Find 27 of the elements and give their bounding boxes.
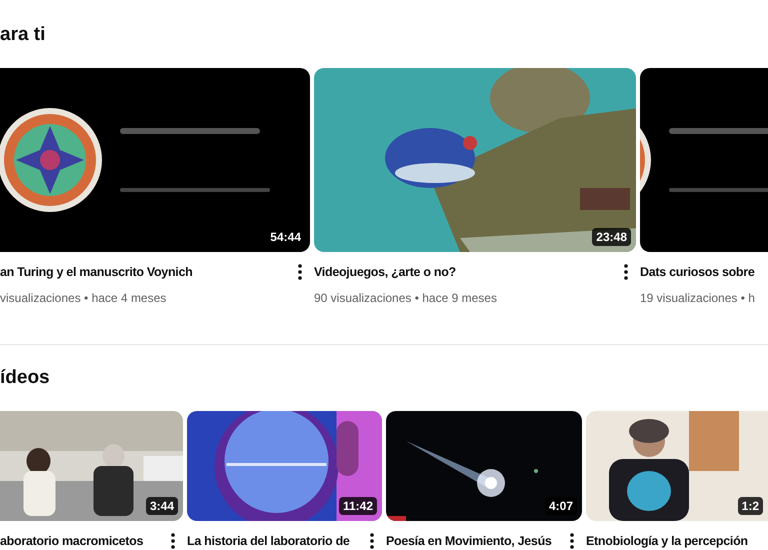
- video-title[interactable]: Poesía en Movimiento, Jesús: [386, 531, 552, 550]
- video-meta: visualizaciones • hace 4 meses: [0, 290, 166, 306]
- video-title[interactable]: Dats curiosos sobre: [640, 262, 754, 282]
- more-button[interactable]: [368, 531, 376, 550]
- video-meta: 19 visualizaciones • h: [640, 290, 755, 306]
- section-heading: ara ti: [0, 23, 46, 47]
- video-title[interactable]: La historia del laboratorio de: [187, 531, 350, 550]
- duration-badge: 4:07: [544, 497, 577, 515]
- duration-badge: 1:2: [738, 497, 763, 515]
- duration-badge: 11:42: [338, 497, 377, 515]
- more-icon: [370, 533, 374, 549]
- video-title[interactable]: Etnobiología y la percepción: [586, 531, 748, 550]
- video-meta: 90 visualizaciones • hace 9 meses: [314, 290, 497, 306]
- more-button[interactable]: [622, 262, 630, 282]
- video-title[interactable]: Videojuegos, ¿arte o no?: [314, 262, 456, 282]
- more-icon: [624, 264, 628, 280]
- more-icon: [298, 264, 302, 280]
- video-title[interactable]: aboratorio macromicetos: [0, 531, 144, 550]
- duration-badge: 3:44: [146, 497, 178, 515]
- more-icon: [171, 533, 175, 549]
- more-button[interactable]: [296, 262, 304, 282]
- more-button[interactable]: [568, 531, 576, 550]
- duration-badge: 23:48: [592, 228, 631, 246]
- more-button[interactable]: [169, 531, 177, 550]
- video-title[interactable]: an Turing y el manuscrito Voynich: [0, 262, 192, 282]
- more-icon: [570, 533, 574, 549]
- section-heading: ídeos: [0, 366, 51, 390]
